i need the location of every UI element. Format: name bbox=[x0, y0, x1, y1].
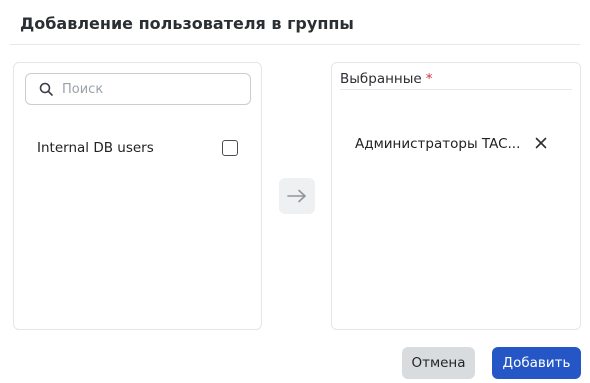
group-checkbox[interactable] bbox=[222, 140, 238, 156]
selected-label-text: Выбранные bbox=[340, 71, 422, 87]
search-box[interactable] bbox=[25, 73, 251, 105]
arrow-right-icon bbox=[287, 189, 306, 203]
title-divider bbox=[10, 44, 580, 45]
required-mark: * bbox=[425, 71, 433, 87]
available-groups-panel: Internal DB users bbox=[13, 62, 262, 330]
close-icon[interactable] bbox=[534, 136, 548, 150]
cancel-button[interactable]: Отмена bbox=[402, 347, 475, 379]
group-row[interactable]: Internal DB users bbox=[14, 135, 261, 161]
add-button[interactable]: Добавить bbox=[492, 347, 581, 379]
selected-group-label: Администраторы TAC... bbox=[355, 136, 520, 152]
selected-divider bbox=[340, 89, 572, 90]
move-to-selected-button[interactable] bbox=[279, 178, 315, 214]
selected-label: Выбранные * bbox=[340, 71, 432, 87]
search-icon bbox=[39, 82, 53, 96]
selected-groups-panel: Выбранные * Администраторы TAC... bbox=[331, 62, 581, 330]
search-input[interactable] bbox=[62, 81, 242, 97]
add-user-to-groups-dialog: Добавление пользователя в группы Interna… bbox=[0, 0, 590, 383]
group-label: Internal DB users bbox=[37, 140, 154, 156]
dialog-title: Добавление пользователя в группы bbox=[20, 14, 354, 33]
